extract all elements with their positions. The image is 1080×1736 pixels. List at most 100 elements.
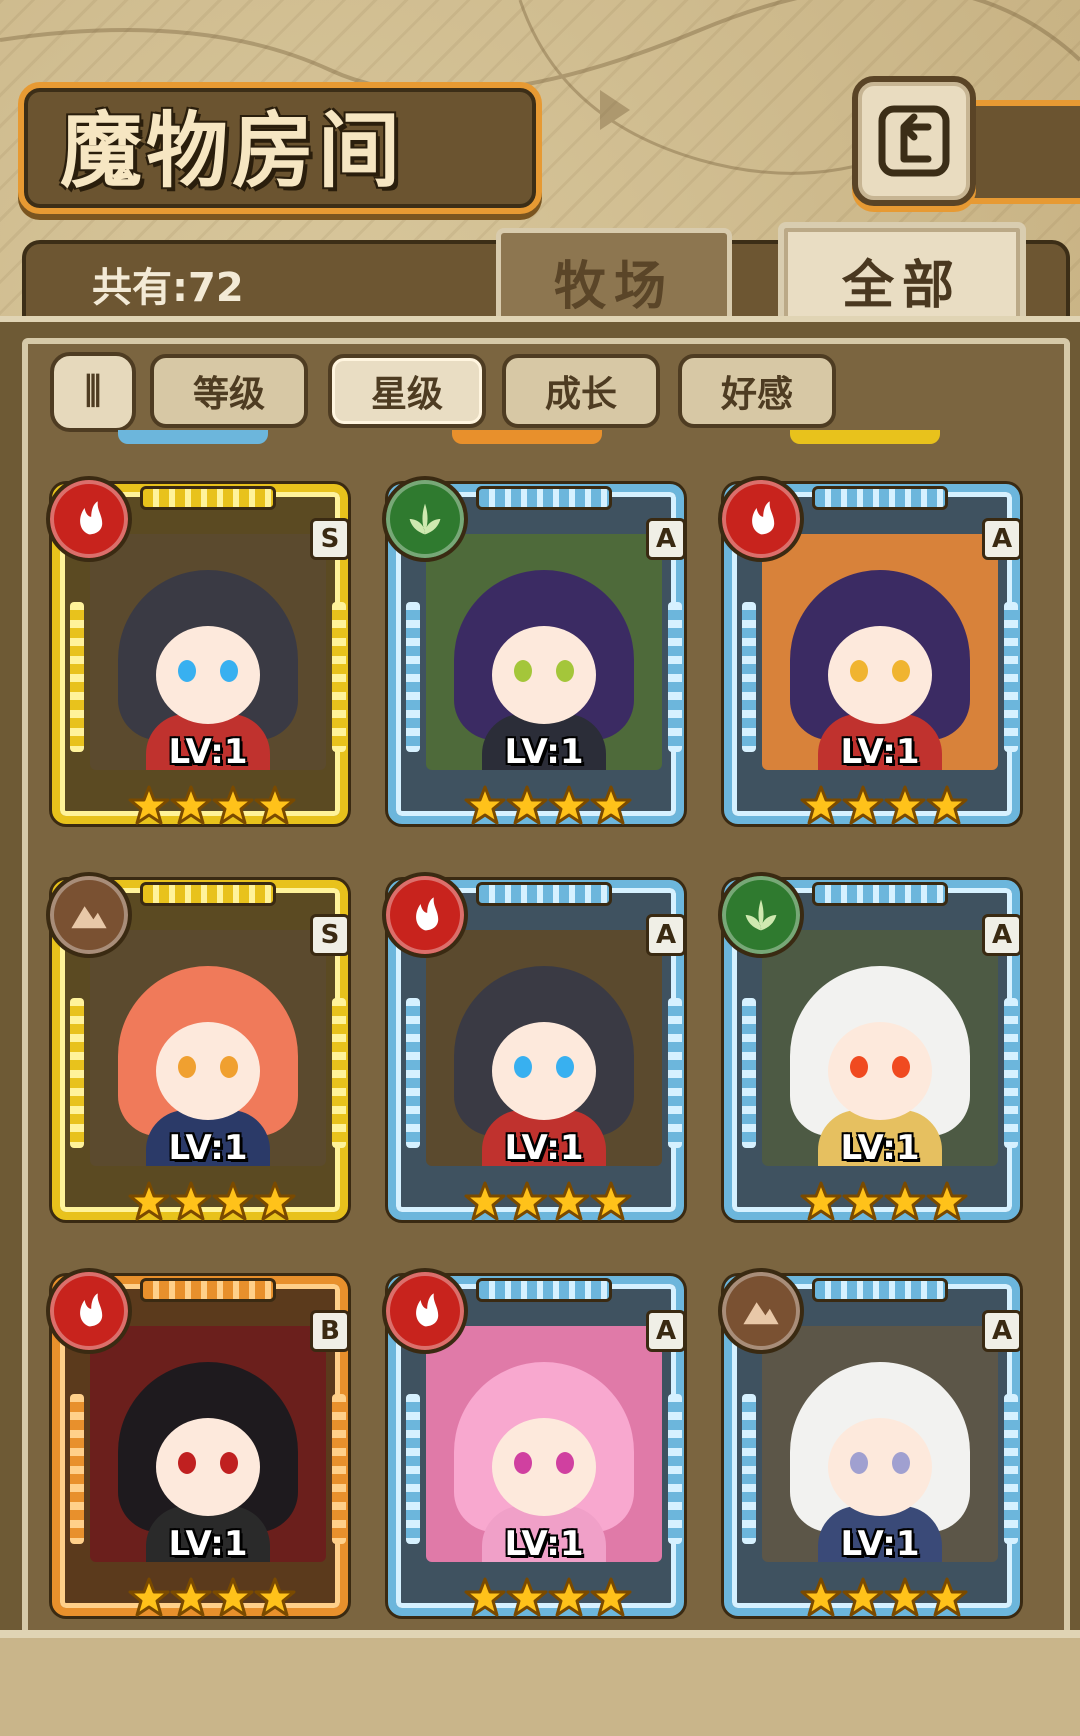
monster-count: 共有:72 <box>92 265 244 311</box>
star-icon <box>464 1577 506 1617</box>
leaf-icon-glyph <box>409 503 441 535</box>
filter-toggle-button[interactable]: ⫼ <box>50 352 136 432</box>
star-rating <box>800 784 968 838</box>
star-icon <box>800 785 842 825</box>
star-icon <box>842 1577 884 1617</box>
frame-rail <box>1004 602 1018 752</box>
back-button-rail <box>964 100 1080 204</box>
leaf-icon-glyph <box>745 899 777 931</box>
portrait-face <box>828 626 932 724</box>
star-icon <box>842 1181 884 1221</box>
star-icon <box>170 1181 212 1221</box>
frame-crown <box>140 1278 276 1302</box>
star-icon <box>212 1181 254 1221</box>
frame-rail <box>332 1394 346 1544</box>
monster-card[interactable]: B LV:1 <box>46 1268 356 1634</box>
rank-badge: A <box>982 914 1022 956</box>
frame-rail <box>70 602 84 752</box>
portrait-face <box>492 626 596 724</box>
fire-icon-glyph <box>752 501 775 535</box>
sort-level-button[interactable]: 等级 <box>150 354 308 428</box>
level-label: LV:1 <box>168 732 248 772</box>
star-icon <box>884 785 926 825</box>
frame-rail <box>406 998 420 1148</box>
monster-card[interactable]: S LV:1 <box>46 872 356 1238</box>
monster-card[interactable]: S LV:1 <box>46 476 356 842</box>
star-icon <box>926 1577 968 1617</box>
portrait-eye <box>178 1056 196 1078</box>
return-arrow-icon <box>878 105 950 177</box>
earth-icon <box>718 1268 804 1354</box>
portrait-eye <box>556 1452 574 1474</box>
fire-icon <box>382 1268 468 1354</box>
monster-card[interactable]: A LV:1 <box>718 872 1028 1238</box>
tab-ranch[interactable]: 牧场 <box>496 228 732 329</box>
fire-icon <box>46 1268 132 1354</box>
level-label: LV:1 <box>504 1524 584 1564</box>
star-icon <box>254 1181 296 1221</box>
portrait-eye <box>178 1452 196 1474</box>
frame-rail <box>668 1394 682 1544</box>
portrait-eye <box>850 1452 868 1474</box>
frame-rail <box>406 1394 420 1544</box>
portrait-eye <box>850 1056 868 1078</box>
rank-badge: A <box>982 518 1022 560</box>
level-label: LV:1 <box>840 1524 920 1564</box>
star-icon <box>212 785 254 825</box>
monster-card[interactable]: A LV:1 <box>382 872 692 1238</box>
star-icon <box>464 785 506 825</box>
portrait-face <box>828 1022 932 1120</box>
level-label: LV:1 <box>504 1128 584 1168</box>
frame-crown <box>140 882 276 906</box>
frame-rail <box>1004 998 1018 1148</box>
frame-rail <box>406 602 420 752</box>
fire-icon-glyph <box>80 1293 103 1327</box>
sort-star-button[interactable]: 星级 <box>328 354 486 428</box>
frame-rail <box>742 998 756 1148</box>
star-icon <box>254 785 296 825</box>
portrait-face <box>156 1022 260 1120</box>
sort-affection-button[interactable]: 好感 <box>678 354 836 428</box>
portrait-eye <box>514 1452 532 1474</box>
fire-icon <box>46 476 132 562</box>
fire-icon <box>382 872 468 958</box>
star-rating <box>800 1576 968 1630</box>
monster-card[interactable]: A LV:1 <box>718 1268 1028 1634</box>
leaf-icon <box>718 872 804 958</box>
star-icon <box>128 785 170 825</box>
leaf-icon <box>382 476 468 562</box>
star-icon <box>926 1181 968 1221</box>
monster-card[interactable]: A LV:1 <box>382 476 692 842</box>
star-icon <box>800 1181 842 1221</box>
frame-crown <box>476 882 612 906</box>
portrait-face <box>156 626 260 724</box>
panel-bottom-edge <box>0 1630 1080 1736</box>
monster-card[interactable]: A LV:1 <box>718 476 1028 842</box>
portrait-face <box>492 1022 596 1120</box>
portrait-eye <box>220 660 238 682</box>
portrait-face <box>156 1418 260 1516</box>
scrolled-card-edge <box>118 430 268 444</box>
star-icon <box>506 1181 548 1221</box>
star-rating <box>128 784 296 838</box>
frame-crown <box>476 486 612 510</box>
back-button[interactable] <box>852 76 976 206</box>
portrait-eye <box>850 660 868 682</box>
star-icon <box>212 1577 254 1617</box>
star-icon <box>170 1577 212 1617</box>
sort-growth-button[interactable]: 成长 <box>502 354 660 428</box>
star-icon <box>842 785 884 825</box>
portrait-face <box>492 1418 596 1516</box>
star-icon <box>548 1181 590 1221</box>
star-icon <box>926 785 968 825</box>
page-title: 魔物房间 <box>60 104 405 199</box>
frame-crown <box>476 1278 612 1302</box>
monster-card[interactable]: A LV:1 <box>382 1268 692 1634</box>
frame-crown <box>812 1278 948 1302</box>
rank-badge: A <box>646 914 686 956</box>
frame-rail <box>332 998 346 1148</box>
star-rating <box>128 1180 296 1234</box>
scrolled-card-edge <box>452 430 602 444</box>
portrait-eye <box>514 660 532 682</box>
star-icon <box>590 1577 632 1617</box>
